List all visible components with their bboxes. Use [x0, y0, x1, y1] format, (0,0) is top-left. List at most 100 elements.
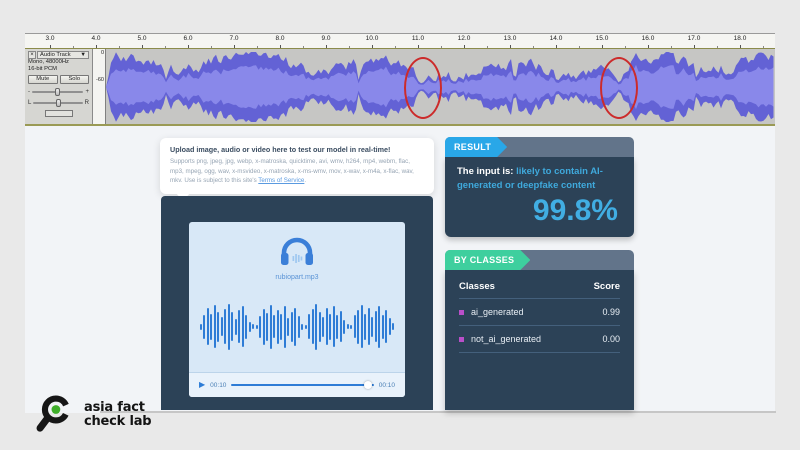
- player-waveform-bar: [319, 312, 321, 342]
- vertical-db-ruler: 0 -60: [93, 49, 106, 124]
- player-waveform-bar: [256, 325, 258, 329]
- player-waveform-bar: [315, 304, 317, 350]
- result-tag: RESULT: [445, 137, 507, 157]
- player-waveform-bar: [203, 315, 205, 339]
- gain-max-label: +: [85, 89, 89, 95]
- upload-title: Upload image, audio or video here to tes…: [170, 145, 424, 154]
- player-waveform-bar: [245, 315, 247, 339]
- player-waveform-bar: [375, 311, 377, 342]
- class-score: 0.00: [602, 334, 620, 344]
- player-waveform-bar: [336, 315, 338, 339]
- player-waveform-bar: [389, 318, 391, 335]
- gain-slider-rail[interactable]: [32, 91, 83, 93]
- logo-line-1: asia fact: [84, 401, 151, 415]
- player-waveform-bar: [392, 323, 394, 330]
- gain-slider[interactable]: - +: [28, 89, 89, 95]
- player-waveform-bar: [270, 305, 272, 349]
- player-waveform-bar: [343, 320, 345, 334]
- player-controls: ▶ 00:10 00:10: [189, 372, 405, 397]
- anomaly-circle-1: [404, 57, 442, 119]
- player-waveform-bar: [378, 306, 380, 348]
- player-waveform-bar: [238, 310, 240, 343]
- result-body: The input is: likely to contain AI-gener…: [445, 157, 634, 237]
- player-waveform-bar: [200, 324, 202, 330]
- player-waveform-bar: [207, 308, 209, 345]
- player-waveform-bar: [333, 306, 335, 347]
- audio-editor: 3.04.05.06.07.08.09.010.011.012.013.014.…: [25, 33, 775, 126]
- player-waveform-bar: [287, 318, 289, 336]
- class-row: not_ai_generated0.00: [459, 326, 620, 353]
- player-waveform-bar: [385, 310, 387, 343]
- ruler-tick-label: 10.0: [366, 35, 379, 42]
- player-waveform-bar: [266, 313, 268, 341]
- player-waveform-bar: [350, 325, 352, 329]
- afcl-logo: asia fact check lab: [35, 392, 151, 438]
- gain-min-label: -: [28, 89, 30, 95]
- seek-knob[interactable]: [364, 381, 372, 389]
- player-waveform-bar: [217, 312, 219, 342]
- timeline-ruler[interactable]: 3.04.05.06.07.08.09.010.011.012.013.014.…: [25, 34, 775, 48]
- ruler-tick-label: 7.0: [229, 35, 238, 42]
- player-waveform-bar: [371, 317, 373, 337]
- classes-table-header: Classes Score: [459, 274, 620, 299]
- play-button[interactable]: ▶: [199, 381, 205, 389]
- class-name: ai_generated: [471, 307, 602, 317]
- ruler-tick-label: 3.0: [45, 35, 54, 42]
- pan-slider-knob[interactable]: [56, 99, 61, 107]
- track-sample-rate: Mono, 48000Hz: [28, 59, 89, 66]
- audio-track: × Audio Track ▼ Mono, 48000Hz 16-bit PCM…: [25, 48, 775, 126]
- duration: 00:10: [379, 382, 395, 389]
- ruler-tick-label: 14.0: [550, 35, 563, 42]
- ruler-tick-label: 18.0: [734, 35, 747, 42]
- db-label-0: 0: [101, 50, 104, 56]
- player-waveform-bar: [305, 325, 307, 329]
- player-waveform-bar: [259, 316, 261, 338]
- player-waveform-bar: [224, 309, 226, 344]
- ruler-tick-label: 15.0: [596, 35, 609, 42]
- ruler-tick-label: 12.0: [458, 35, 471, 42]
- class-score: 0.99: [602, 307, 620, 317]
- terms-of-service-link[interactable]: Terms of Service: [258, 177, 304, 184]
- player-waveform-bar: [354, 315, 356, 338]
- screenshot-root: 3.04.05.06.07.08.09.010.011.012.013.014.…: [0, 0, 800, 450]
- solo-button[interactable]: Solo: [60, 75, 90, 84]
- chevron-down-icon: ▼: [80, 52, 86, 58]
- logo-line-2: check lab: [84, 415, 151, 429]
- classes-column-header: Classes: [459, 281, 594, 292]
- player-waveform-bar: [329, 314, 331, 340]
- class-row: ai_generated0.99: [459, 299, 620, 326]
- magnifier-icon: [35, 392, 79, 438]
- player-waveform-bar: [228, 304, 230, 350]
- pan-slider[interactable]: L R: [28, 100, 89, 106]
- result-panel: RESULT The input is: likely to contain A…: [445, 137, 634, 237]
- classes-header: BY CLASSES: [445, 250, 634, 270]
- player-waveform-bar: [357, 310, 359, 344]
- ruler-tick-label: 5.0: [137, 35, 146, 42]
- pan-left-label: L: [28, 100, 31, 106]
- ruler-tick-label: 16.0: [642, 35, 655, 42]
- player-waveform-bar: [382, 315, 384, 339]
- player-waveform-bar: [221, 317, 223, 336]
- pan-slider-rail[interactable]: [33, 102, 82, 104]
- player-waveform-bar: [368, 308, 370, 345]
- track-title-dropdown[interactable]: Audio Track ▼: [37, 51, 89, 59]
- player-waveform-bar: [263, 309, 265, 345]
- upload-period: .: [304, 177, 306, 184]
- track-bit-depth: 16-bit PCM: [28, 66, 89, 73]
- seek-bar[interactable]: [231, 384, 373, 386]
- gain-slider-knob[interactable]: [55, 88, 60, 96]
- player-waveform-bar: [210, 314, 212, 340]
- pan-right-label: R: [85, 100, 89, 106]
- audio-filename: rubiopart.mp3: [275, 274, 318, 281]
- waveform-display[interactable]: [106, 49, 775, 124]
- class-name: not_ai_generated: [471, 334, 602, 344]
- player-waveform-bar: [361, 305, 363, 348]
- player-waveform-bar: [231, 312, 233, 341]
- mute-button[interactable]: Mute: [28, 75, 58, 84]
- classes-panel: BY CLASSES Classes Score ai_generated0.9…: [445, 250, 634, 410]
- logo-text: asia fact check lab: [84, 401, 151, 428]
- player-waveform-bar: [301, 324, 303, 330]
- track-close-button[interactable]: ×: [28, 51, 36, 59]
- track-collapse-button[interactable]: [45, 110, 73, 117]
- current-time: 00:10: [210, 382, 226, 389]
